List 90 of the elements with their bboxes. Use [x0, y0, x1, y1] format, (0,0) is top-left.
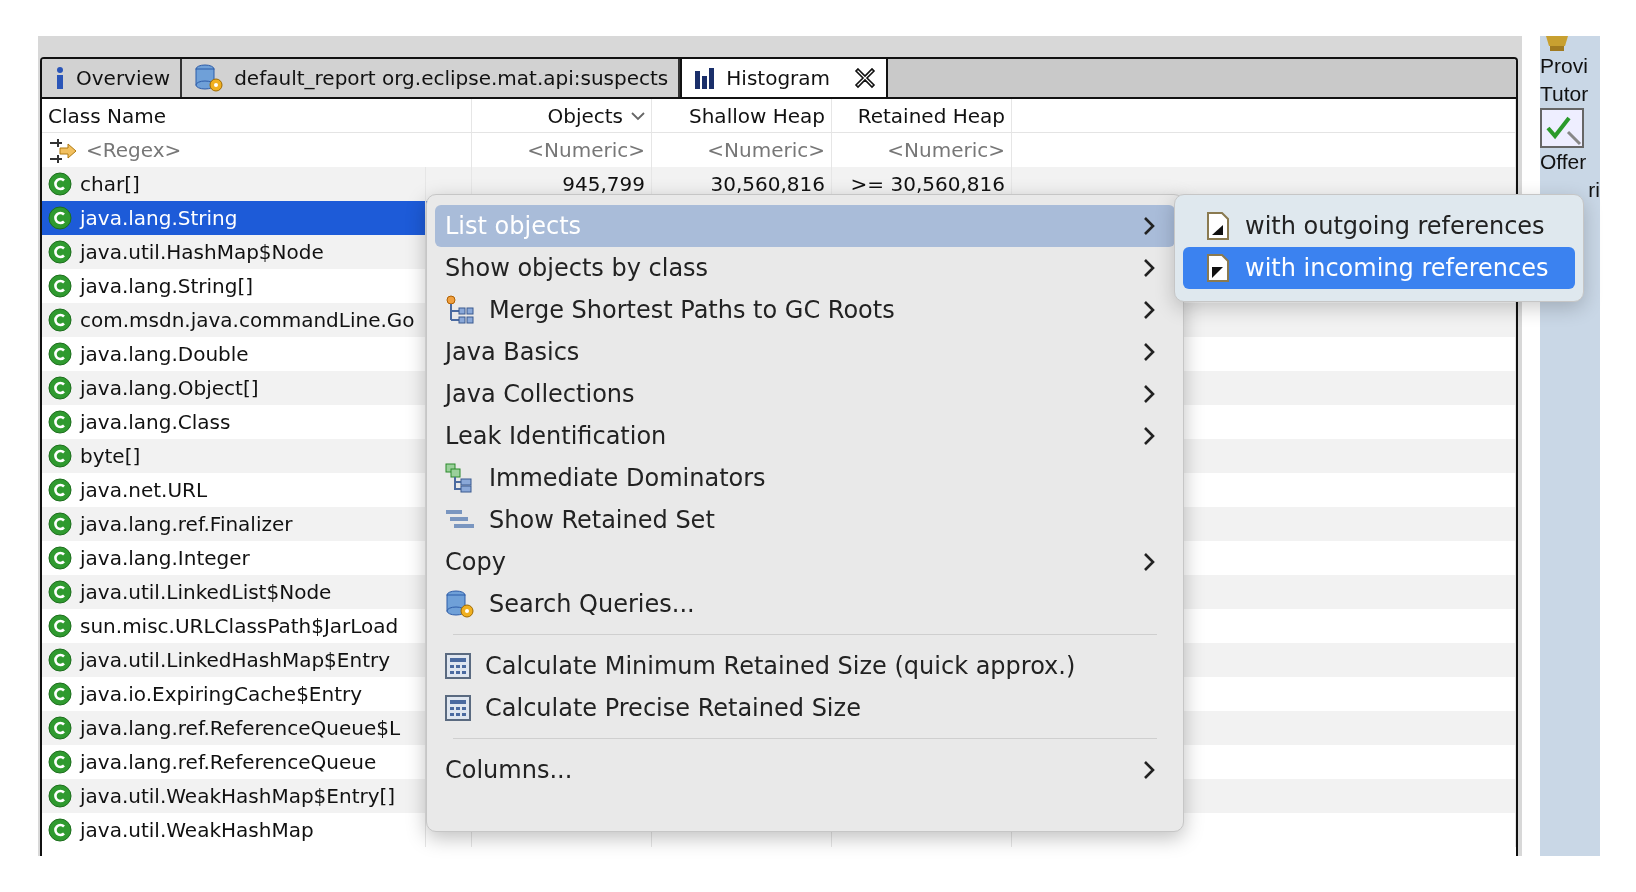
- class-name: java.lang.ref.Finalizer: [80, 512, 293, 536]
- menu-item[interactable]: Show objects by class: [435, 247, 1175, 289]
- menu-item[interactable]: Merge Shortest Paths to GC Roots: [435, 289, 1175, 331]
- column-header[interactable]: Class Name: [42, 99, 472, 132]
- menu-item[interactable]: Show Retained Set: [435, 499, 1175, 541]
- bar-chart-icon: [694, 67, 717, 89]
- menu-item[interactable]: Copy: [435, 541, 1175, 583]
- class-icon: [48, 546, 72, 570]
- class-name: java.lang.Object[]: [80, 376, 259, 400]
- class-icon: [48, 648, 72, 672]
- calculator-icon: [445, 653, 471, 679]
- class-icon: [48, 682, 72, 706]
- class-name: char[]: [80, 172, 140, 196]
- filter-field[interactable]: <Numeric>: [887, 138, 1005, 162]
- class-name: java.lang.String[]: [80, 274, 254, 298]
- menu-item[interactable]: with incoming references: [1183, 247, 1575, 289]
- database-gear-icon: [445, 589, 475, 619]
- class-name: byte[]: [80, 444, 141, 468]
- class-icon: [48, 444, 72, 468]
- class-name: java.util.WeakHashMap$Entry[]: [80, 784, 396, 808]
- menu-item[interactable]: Columns...: [435, 749, 1175, 791]
- tree-paths-icon: [445, 295, 475, 325]
- class-name: java.util.LinkedHashMap$Entry: [80, 648, 391, 672]
- column-header[interactable]: Retained Heap: [832, 99, 1012, 132]
- class-name: java.lang.Class: [80, 410, 231, 434]
- tab[interactable]: Histogram: [680, 59, 889, 97]
- class-name: java.lang.ref.ReferenceQueue: [80, 750, 377, 774]
- side-panel-text: Offer: [1540, 149, 1588, 175]
- table-cell: 30,560,816: [710, 172, 825, 196]
- class-name: java.lang.Double: [80, 342, 249, 366]
- class-icon: [48, 342, 72, 366]
- class-icon: [48, 376, 72, 400]
- class-icon: [48, 716, 72, 740]
- tab[interactable]: Overview: [42, 59, 183, 97]
- close-icon[interactable]: [854, 67, 877, 89]
- class-icon: [48, 750, 72, 774]
- info-icon: [54, 66, 66, 90]
- document-icon: [1207, 254, 1229, 282]
- table-cell: >= 30,560,816: [850, 172, 1005, 196]
- table-cell: 945,799: [562, 172, 645, 196]
- document-icon: [1207, 212, 1229, 240]
- filter-field[interactable]: <Numeric>: [707, 138, 825, 162]
- class-name: sun.misc.URLClassPath$JarLoad: [80, 614, 399, 638]
- checklist-icon: [1540, 108, 1584, 148]
- class-name: java.io.ExpiringCache$Entry: [80, 682, 363, 706]
- table-row[interactable]: java.util.HashMap$Node: [42, 235, 426, 269]
- class-name: java.lang.String: [80, 206, 238, 230]
- class-icon: [48, 614, 72, 638]
- class-name: java.lang.Integer: [80, 546, 250, 570]
- menu-item[interactable]: with outgoing references: [1183, 205, 1575, 247]
- class-name: java.lang.ref.ReferenceQueue$L: [80, 716, 401, 740]
- class-icon: [48, 308, 72, 332]
- column-header[interactable]: Shallow Heap: [652, 99, 832, 132]
- class-icon: [48, 274, 72, 298]
- menu-item[interactable]: Calculate Minimum Retained Size (quick approx.): [435, 645, 1175, 687]
- class-icon: [48, 818, 72, 842]
- class-name: java.util.LinkedList$Node: [80, 580, 332, 604]
- class-icon: [48, 206, 72, 230]
- class-icon: [48, 172, 72, 196]
- database-gear-icon: [194, 63, 225, 93]
- class-icon: [48, 478, 72, 502]
- table-row[interactable]: java.util.WeakHashMap: [42, 813, 426, 847]
- menu-item[interactable]: Java Collections: [435, 373, 1175, 415]
- table-row[interactable]: java.lang.Object[]: [42, 371, 426, 405]
- table-row[interactable]: java.lang.String: [42, 201, 426, 235]
- menu-item[interactable]: Search Queries...: [435, 583, 1175, 625]
- menu-item[interactable]: Leak Identification: [435, 415, 1175, 457]
- side-panel-text: Provi: [1540, 53, 1589, 79]
- class-icon: [48, 580, 72, 604]
- calculator-icon: [445, 695, 471, 721]
- class-name: java.net.URL: [80, 478, 208, 502]
- menu-item[interactable]: Immediate Dominators: [435, 457, 1175, 499]
- tab[interactable]: default_report org.eclipse.mat.api:suspects: [182, 59, 681, 97]
- column-header[interactable]: Objects: [472, 99, 652, 132]
- filter-field[interactable]: <Numeric>: [527, 138, 645, 162]
- menu-item[interactable]: Java Basics: [435, 331, 1175, 373]
- tree-nodes-icon: [445, 463, 475, 493]
- class-name: com.msdn.java.commandLine.Go: [80, 308, 415, 332]
- class-icon: [48, 784, 72, 808]
- class-icon: [48, 240, 72, 264]
- filter-field[interactable]: <Regex>: [86, 138, 182, 162]
- side-panel-text: ri: [1588, 177, 1600, 203]
- class-icon: [48, 512, 72, 536]
- side-panel-text: Tutor: [1540, 81, 1590, 107]
- menu-item[interactable]: Calculate Precise Retained Size: [435, 687, 1175, 729]
- table-row[interactable]: java.lang.ref.Finalizer: [42, 507, 426, 541]
- class-name: java.util.WeakHashMap: [80, 818, 314, 842]
- class-name: java.util.HashMap$Node: [80, 240, 324, 264]
- table-row[interactable]: java.util.LinkedHashMap$Entry: [42, 643, 426, 677]
- class-icon: [48, 410, 72, 434]
